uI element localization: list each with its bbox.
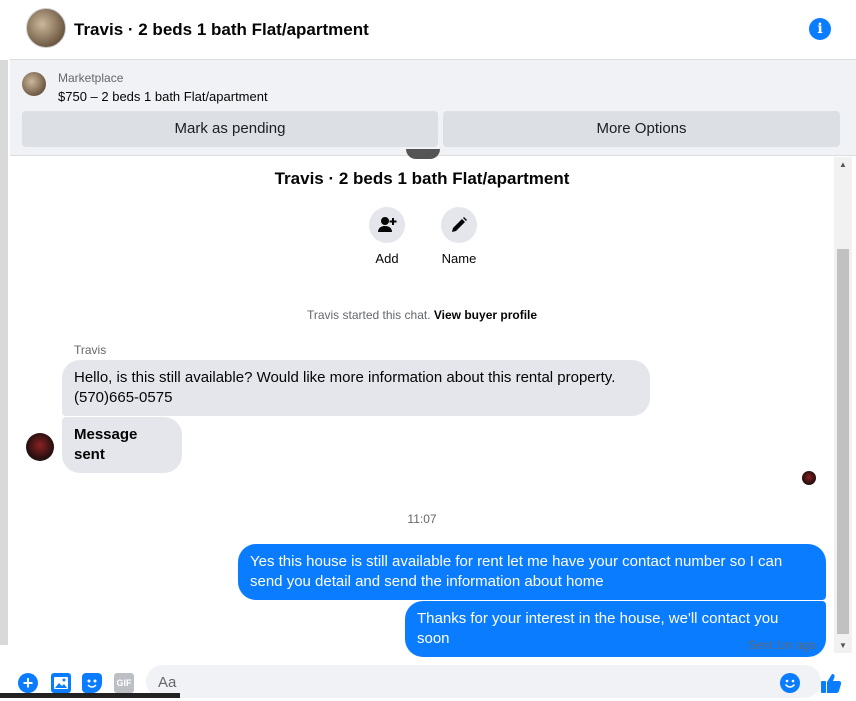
outgoing-message[interactable]: Yes this house is still available for re…: [238, 544, 826, 600]
listing-price[interactable]: $750 – 2 beds 1 bath Flat/apartment: [58, 89, 268, 104]
listing-avatar[interactable]: [26, 8, 66, 48]
chat-started-notice: Travis started this chat. View buyer pro…: [10, 308, 834, 322]
pencil-icon[interactable]: [441, 207, 477, 243]
message-thread: Travis · 2 beds 1 bath Flat/apartment Ad…: [10, 149, 834, 657]
plus-icon[interactable]: +: [18, 673, 38, 693]
thread-avatar: [406, 149, 440, 159]
delivery-status: Sent 1m ago: [747, 638, 816, 652]
chat-header: Travis · 2 beds 1 bath Flat/apartment i: [10, 0, 856, 60]
sticker-icon[interactable]: [82, 673, 102, 693]
more-options-button[interactable]: More Options: [443, 111, 840, 147]
mark-pending-button[interactable]: Mark as pending: [22, 111, 438, 147]
sender-name: Travis: [74, 343, 107, 357]
emoji-icon[interactable]: [780, 673, 800, 693]
add-person-icon[interactable]: [369, 207, 405, 243]
image-icon[interactable]: [51, 673, 71, 693]
incoming-message[interactable]: Message sent: [62, 417, 182, 473]
add-action[interactable]: Add: [357, 207, 417, 266]
bottom-strip: [0, 693, 180, 698]
left-edge: [0, 0, 10, 698]
add-label: Add: [375, 251, 399, 266]
message-input[interactable]: Aa: [146, 665, 821, 698]
sender-avatar[interactable]: [26, 433, 54, 461]
scroll-down-arrow-icon[interactable]: ▼: [839, 641, 847, 650]
message-timestamp: 11:07: [407, 512, 437, 526]
marketplace-label: Marketplace: [58, 71, 124, 85]
incoming-message[interactable]: Hello, is this still available? Would li…: [62, 360, 650, 416]
started-text: Travis started this chat.: [306, 308, 431, 322]
thread-scrollbar[interactable]: ▲ ▼: [834, 157, 852, 653]
marketplace-banner: Marketplace $750 – 2 beds 1 bath Flat/ap…: [10, 60, 856, 156]
message-sent-text: Message sent: [74, 426, 138, 463]
name-label: Name: [441, 251, 477, 266]
name-action[interactable]: Name: [429, 207, 489, 266]
view-buyer-profile-link[interactable]: View buyer profile: [434, 308, 537, 322]
scrollbar-thumb[interactable]: [837, 249, 849, 634]
thumbs-up-icon[interactable]: [819, 671, 843, 695]
listing-thumbnail: [22, 72, 46, 96]
left-scroll-track: [0, 60, 8, 645]
thread-title: Travis · 2 beds 1 bath Flat/apartment: [274, 169, 570, 188]
chat-title: Travis · 2 beds 1 bath Flat/apartment: [74, 20, 369, 39]
gif-icon[interactable]: GIF: [114, 673, 134, 693]
composer: + GIF Aa: [10, 657, 856, 698]
scroll-up-arrow-icon[interactable]: ▲: [839, 160, 847, 169]
info-icon[interactable]: i: [809, 18, 831, 40]
seen-indicator-avatar: [802, 471, 816, 485]
